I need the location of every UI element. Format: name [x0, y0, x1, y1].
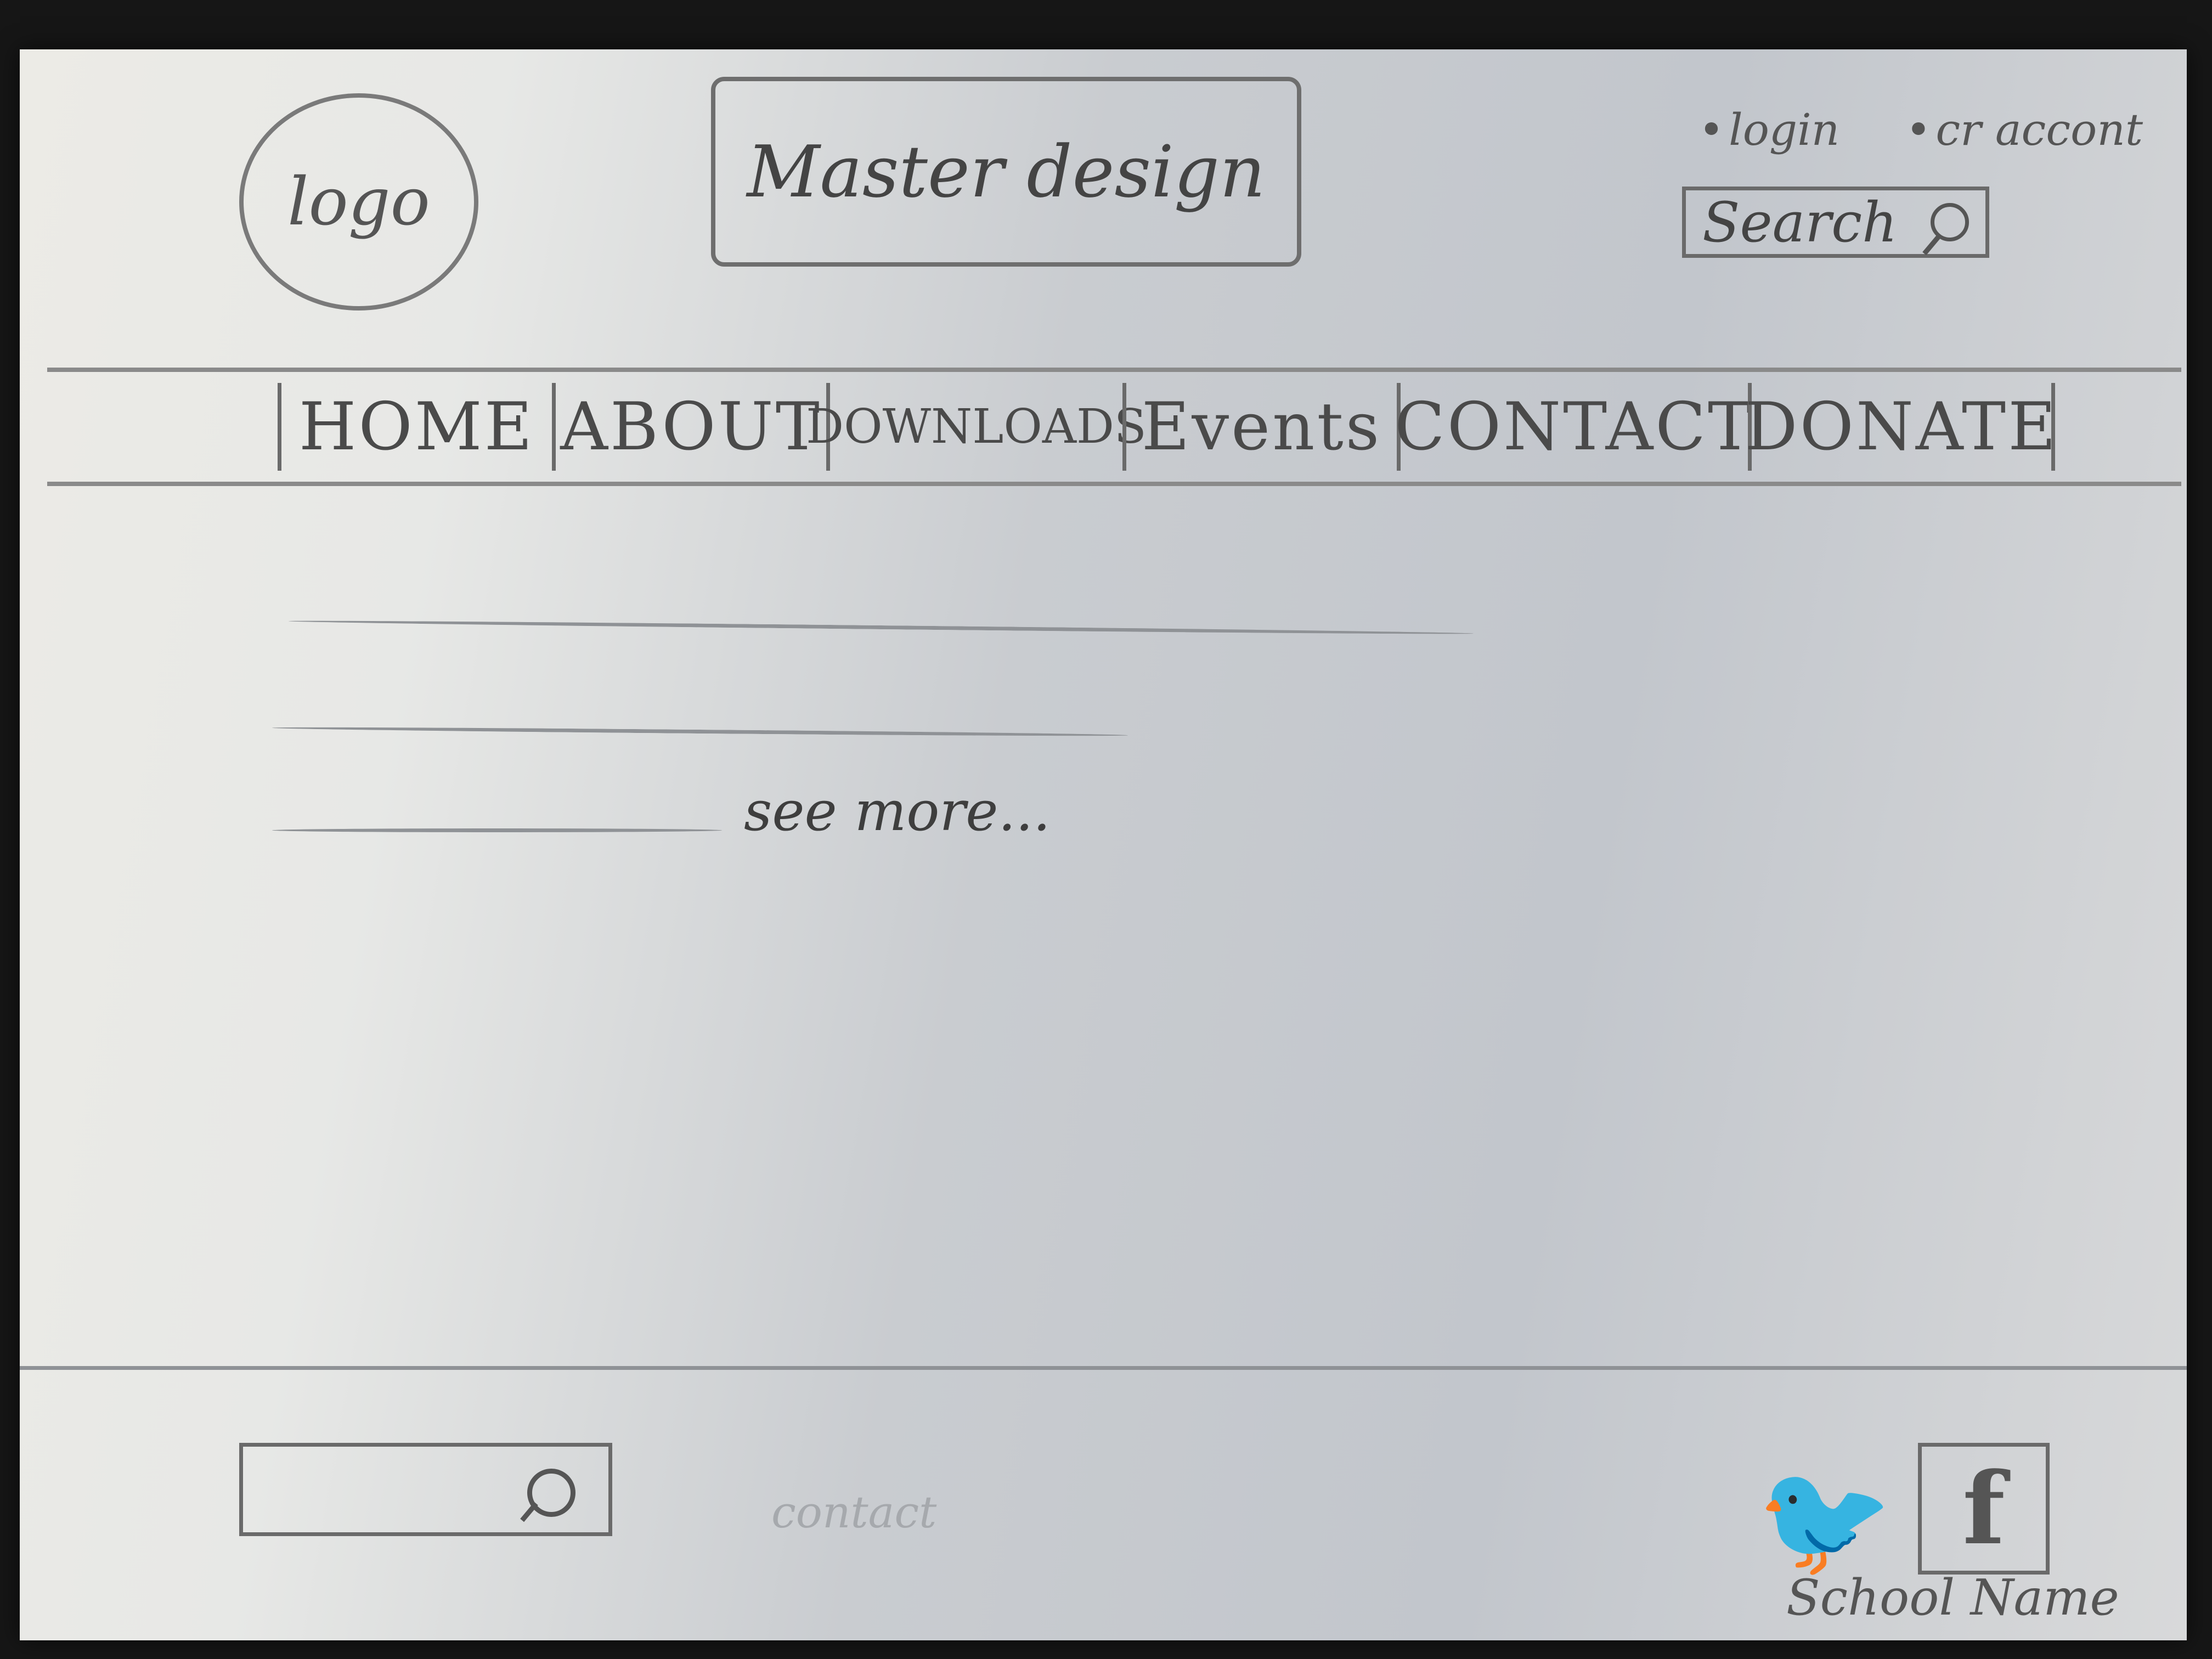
footer-search-input[interactable]	[239, 1443, 612, 1536]
school-name: School Name	[1786, 1569, 2119, 1627]
sketch-paper: logo Master design login cr accont Searc…	[20, 49, 2187, 1640]
nav-item-contact[interactable]: CONTACT	[1395, 383, 1752, 471]
nav-item-about[interactable]: ABOUT	[552, 383, 826, 471]
nav-items: HOME ABOUT DOWNLOADS Events CONTACT DONA…	[278, 383, 2056, 471]
login-link[interactable]: login	[1699, 104, 1839, 155]
nav-item-home[interactable]: HOME	[278, 383, 552, 471]
twitter-bird-icon[interactable]: 🐦	[1742, 1456, 1907, 1584]
account-links: login cr accont	[1699, 104, 2143, 155]
nav-item-events[interactable]: Events	[1122, 383, 1397, 471]
create-account-link[interactable]: cr accont	[1905, 104, 2143, 155]
footer-search-icon[interactable]	[527, 1469, 575, 1517]
content-placeholder-line	[272, 726, 1128, 737]
site-title-box: Master design	[711, 77, 1301, 267]
search-input[interactable]: Search	[1682, 187, 1989, 258]
logo-label: logo	[287, 163, 430, 240]
logo[interactable]: logo	[239, 93, 478, 311]
facebook-f-icon[interactable]: f	[1918, 1443, 2050, 1575]
main-nav: HOME ABOUT DOWNLOADS Events CONTACT DONA…	[47, 368, 2181, 486]
footer-contact-label: contact	[771, 1487, 937, 1538]
search-icon[interactable]	[1931, 203, 1969, 241]
site-title: Master design	[747, 130, 1266, 213]
content-placeholder-line	[289, 619, 1474, 636]
search-placeholder: Search	[1702, 190, 1898, 255]
content-placeholder-line	[272, 828, 722, 832]
nav-item-donate[interactable]: DONATE	[1745, 383, 2056, 471]
nav-item-downloads[interactable]: DOWNLOADS	[806, 383, 1147, 471]
see-more-link[interactable]: see more...	[744, 779, 1051, 843]
footer-divider	[20, 1366, 2187, 1370]
